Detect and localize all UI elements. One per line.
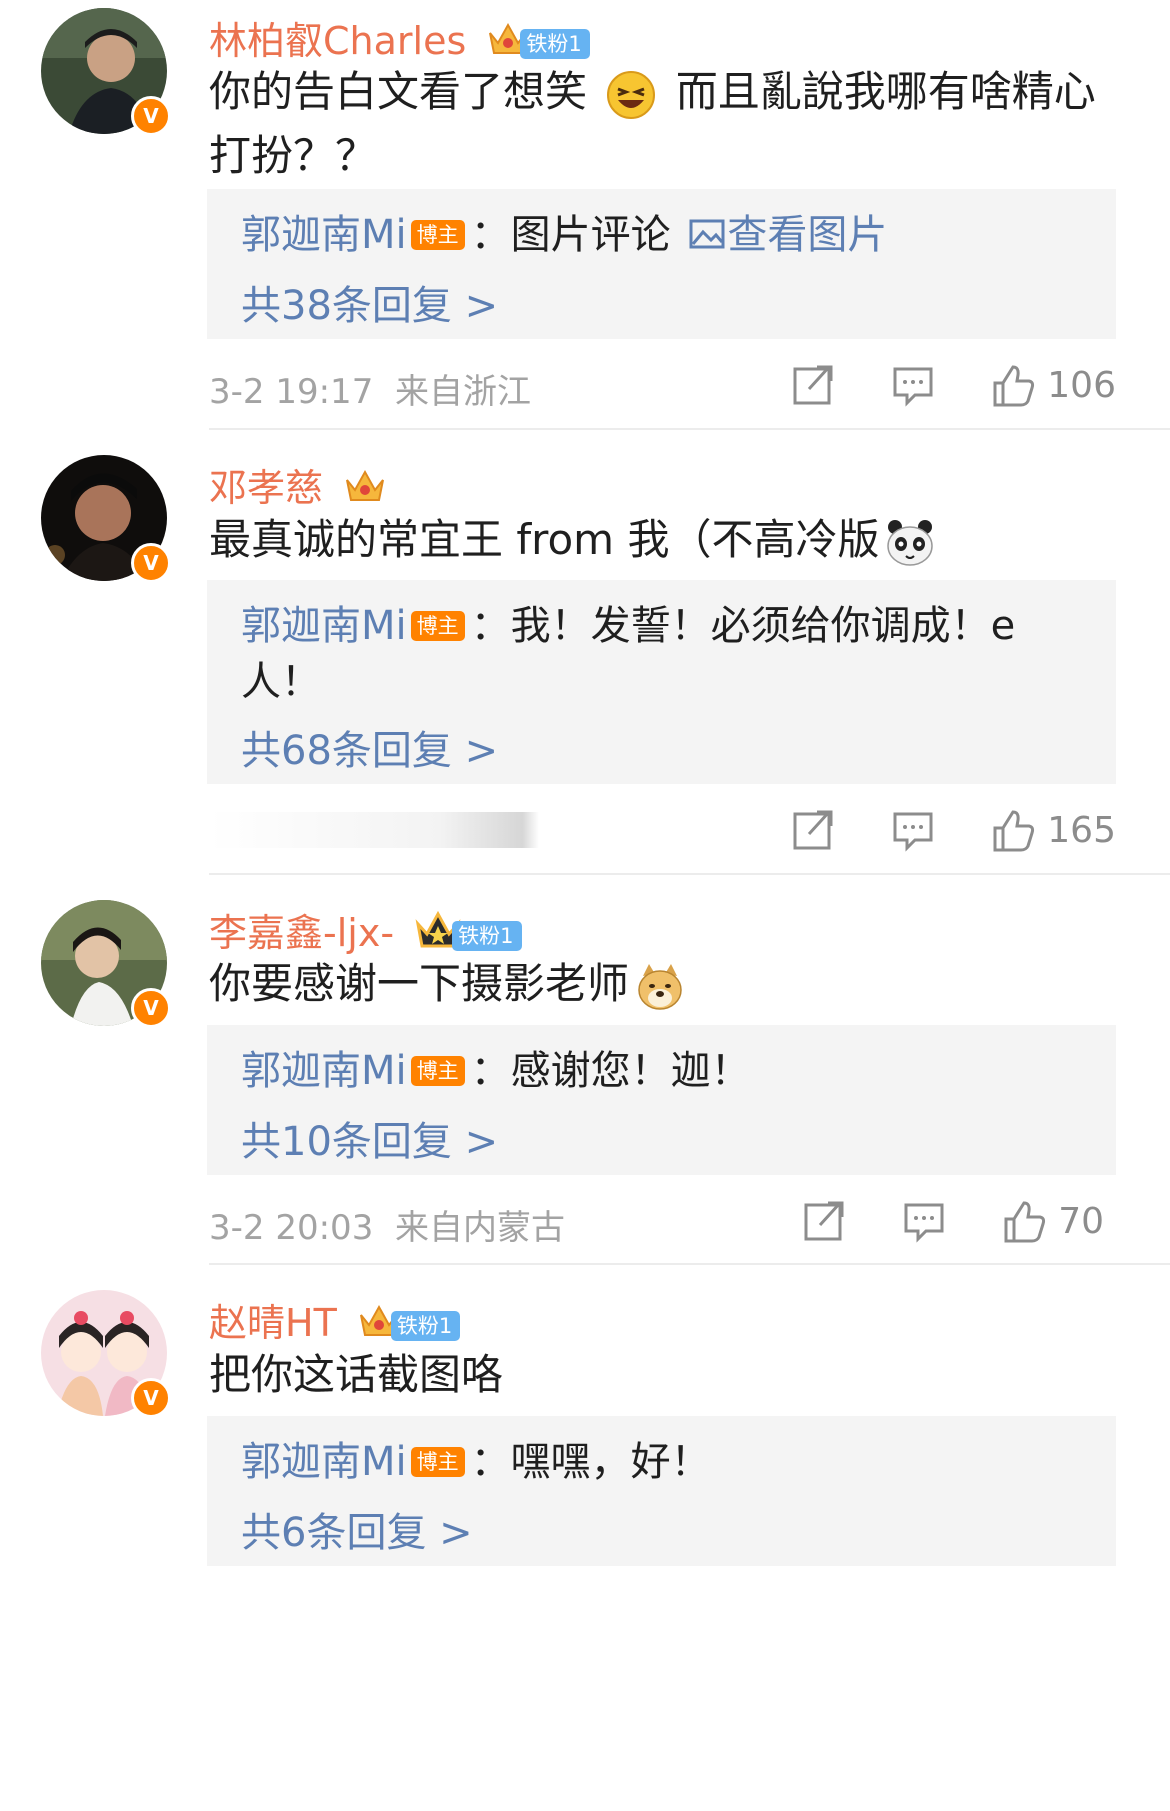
avatar[interactable]: V [41,1290,171,1418]
comment-actions: 70 [746,1196,1104,1246]
verified-icon: V [131,1378,171,1418]
like-count: 165 [1047,809,1116,851]
reply-line: 郭迦南Mi 博主 ：我！发誓！必须给你调成！e人！ [241,598,1081,710]
share-icon[interactable] [791,363,835,407]
reply-line: 郭迦南Mi 博主 ：感谢您！迦！ [241,1043,1081,1099]
total-replies-link[interactable]: 共10条回复 > [241,1109,498,1167]
blurred-meta [209,812,539,848]
reply-preview[interactable]: 郭迦南Mi 博主 ：图片评论 查看图片 共38条回复 > [207,189,1116,339]
location: 来自浙江 [394,372,531,412]
reply-preview[interactable]: 郭迦南Mi 博主 ：嘿嘿，好！ 共6条回复 > [207,1416,1116,1566]
verified-icon: V [131,543,171,583]
laughing-emoji-icon [606,70,656,120]
comment-icon[interactable] [891,363,935,407]
like-icon[interactable] [991,808,1035,852]
comment-actions: 165 [735,805,1116,855]
comment-text: 你要感谢一下摄影老师 [209,952,1119,1016]
reply-line: 郭迦南Mi 博主 ：嘿嘿，好！ [241,1434,1081,1490]
comment-text: 你的告白文看了想笑 而且亂說我哪有啥精心打扮？？ [209,67,1096,180]
reply-author[interactable]: 郭迦南Mi [241,1048,407,1094]
username[interactable]: 邓孝慈 [209,457,387,515]
verified-icon: V [131,988,171,1028]
avatar[interactable]: V [41,455,171,583]
comment-item: V 林柏叡Charles 铁粉1 你的告白文看了想笑 而且亂說我哪有啥精心打扮？… [0,0,1170,500]
blogger-badge: 博主 [410,611,465,641]
like-count: 70 [1058,1200,1104,1242]
location: 来自内蒙古 [394,1208,565,1248]
view-image-link[interactable]: 查看图片 [683,212,887,258]
divider [209,1263,1170,1265]
total-replies-link[interactable]: 共6条回复 > [241,1500,473,1558]
comment-actions: 106 [735,360,1116,410]
total-replies-link[interactable]: 共68条回复 > [241,718,498,776]
reply-line: 郭迦南Mi 博主 ：图片评论 查看图片 [241,207,1081,263]
share-icon[interactable] [802,1199,846,1243]
reply-preview[interactable]: 郭迦南Mi 博主 ：感谢您！迦！ 共10条回复 > [207,1025,1116,1175]
reply-author[interactable]: 郭迦南Mi [241,1439,407,1485]
reply-author[interactable]: 郭迦南Mi [241,212,407,258]
fan-badge: 铁粉1 [520,28,590,59]
like-icon[interactable] [991,363,1035,407]
reply-preview[interactable]: 郭迦南Mi 博主 ：我！发誓！必须给你调成！e人！ 共68条回复 > [207,580,1116,784]
like-icon[interactable] [1002,1199,1046,1243]
total-replies-link[interactable]: 共38条回复 > [241,273,498,331]
panda-emoji-icon [885,518,935,568]
share-icon[interactable] [791,808,835,852]
comment-icon[interactable] [891,808,935,852]
blogger-badge: 博主 [410,220,465,250]
divider [209,428,1170,430]
blogger-badge: 博主 [410,1056,465,1086]
comment-text: 最真诚的常宜王 from 我（不高冷版 [209,508,1119,572]
verified-icon: V [131,96,171,136]
avatar[interactable]: V [41,900,171,1028]
comment-meta: 3-2 20:03 来自内蒙古 [209,1200,565,1249]
timestamp: 3-2 19:17 [209,372,374,412]
reply-text: ：感谢您！迦！ [470,1048,751,1094]
comment-meta: 3-2 19:17 来自浙江 [209,364,531,413]
comment-text: 把你这话截图咯 [209,1350,504,1399]
fan-badge: 铁粉1 [452,920,522,951]
fan-badge: 铁粉1 [390,1310,461,1341]
avatar[interactable]: V [41,8,171,136]
divider [209,873,1170,875]
reply-text: ：嘿嘿，好！ [470,1439,711,1485]
doge-emoji-icon [635,962,685,1012]
timestamp: 3-2 20:03 [209,1208,374,1248]
comment-icon[interactable] [902,1199,946,1243]
reply-author[interactable]: 郭迦南Mi [241,603,407,649]
like-count: 106 [1047,364,1116,406]
reply-text: ：图片评论 [470,212,671,258]
image-icon [689,219,725,249]
username[interactable]: 赵晴HT 铁粉1 [209,1292,461,1350]
blogger-badge: 博主 [410,1447,465,1477]
